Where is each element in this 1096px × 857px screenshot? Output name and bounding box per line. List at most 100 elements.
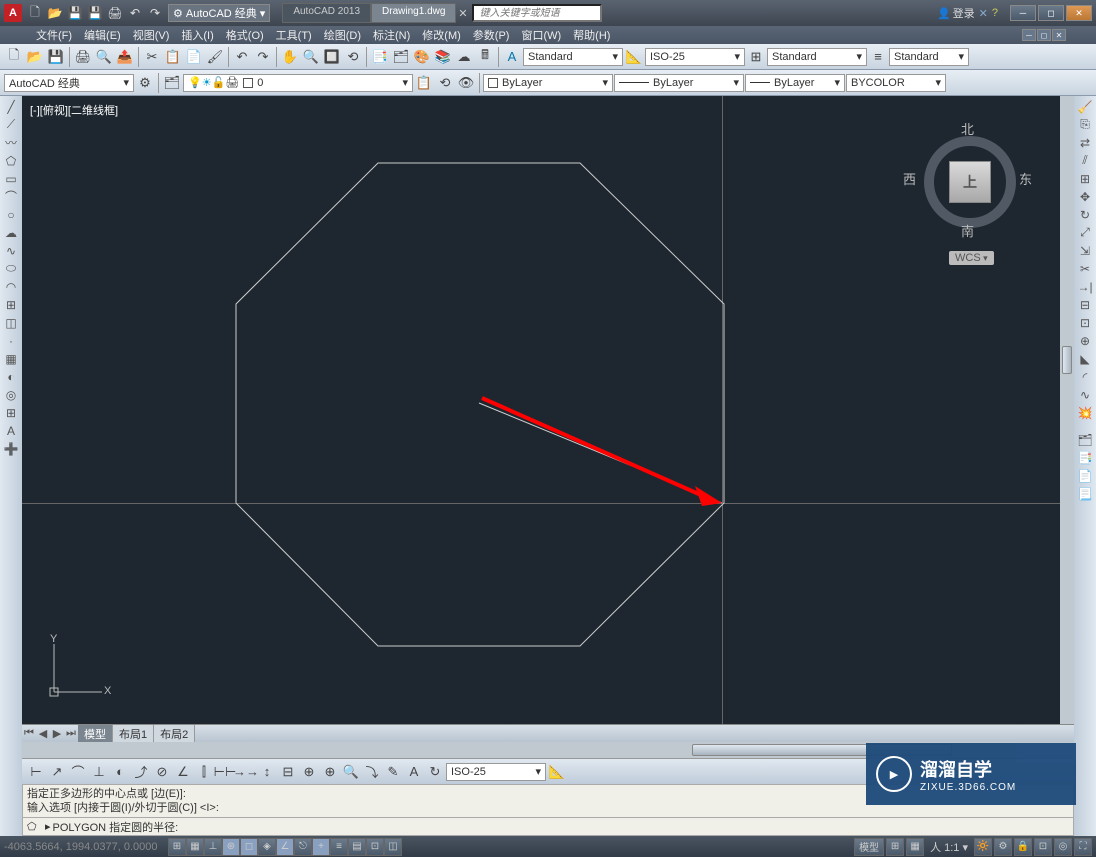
drawing-canvas[interactable]: [-][俯视][二维线框] 北 南 西 东 上 WCS ▾ X Y	[22, 96, 1074, 724]
blend-icon[interactable]: ∿	[1076, 386, 1094, 403]
dimdia-icon[interactable]: ⊘	[152, 762, 172, 782]
menu-window[interactable]: 窗口(W)	[515, 27, 567, 43]
mlstyle-icon[interactable]: ≡	[868, 47, 888, 67]
dimang-icon[interactable]: ∠	[173, 762, 193, 782]
offset-icon[interactable]: ⫽	[1076, 152, 1094, 169]
plotstyle-select[interactable]: BYCOLOR▾	[846, 74, 946, 92]
dir-west[interactable]: 西	[903, 169, 916, 188]
fillet-icon[interactable]: ◜	[1076, 368, 1094, 385]
zoom-icon[interactable]: 🔍	[301, 47, 321, 67]
layer-select[interactable]: 💡☀🔓🖨 0▾	[183, 74, 413, 92]
exchange-icon[interactable]: ✕	[979, 7, 988, 20]
menu-view[interactable]: 视图(V)	[127, 27, 176, 43]
centermark-icon[interactable]: ⊕	[320, 762, 340, 782]
undo-icon[interactable]: ↶	[232, 47, 252, 67]
new-icon[interactable]: 🗋	[4, 47, 24, 67]
xline-icon[interactable]: ⟋	[2, 116, 20, 133]
dimlinear-icon[interactable]: ⊢	[26, 762, 46, 782]
scale-icon[interactable]: ⤢	[1076, 224, 1094, 241]
menu-modify[interactable]: 修改(M)	[416, 27, 467, 43]
polar-button[interactable]: ⊛	[222, 838, 240, 856]
gear-icon[interactable]: ⚙	[135, 73, 155, 93]
dimedit-icon[interactable]: ✎	[383, 762, 403, 782]
save-icon[interactable]: 💾	[66, 4, 84, 22]
mtext-icon[interactable]: A	[2, 422, 20, 439]
plot-icon[interactable]: 🖨	[106, 4, 124, 22]
table-style-select[interactable]: Standard▾	[767, 48, 867, 66]
saveas-icon[interactable]: 💾	[86, 4, 104, 22]
maximize-button[interactable]: ◻	[1038, 5, 1064, 21]
textstyle-icon[interactable]: A	[502, 47, 522, 67]
ws-switch-icon[interactable]: ⚙	[994, 838, 1012, 856]
color-select[interactable]: ByLayer▾	[483, 74, 613, 92]
block-icon[interactable]: ◫	[2, 314, 20, 331]
otrack-button[interactable]: ∠	[276, 838, 294, 856]
hardware-icon[interactable]: ⊡	[1034, 838, 1052, 856]
model-button[interactable]: 模型	[854, 838, 884, 856]
toolbar-lock-icon[interactable]: 🔒	[1014, 838, 1032, 856]
last-tab-icon[interactable]: ⏭	[64, 727, 78, 741]
tab-layout2[interactable]: 布局2	[154, 725, 195, 743]
explode-icon[interactable]: 💥	[1076, 404, 1094, 421]
dimspace-icon[interactable]: ↕	[257, 762, 277, 782]
file-tab[interactable]: Drawing1.dwg	[371, 3, 456, 23]
zoomwin-icon[interactable]: 🔲	[322, 47, 342, 67]
coordinates[interactable]: -4063.5664, 1994.0377, 0.0000	[4, 841, 164, 853]
dimupd-icon[interactable]: ↻	[425, 762, 445, 782]
dimjog-icon[interactable]: ⤴	[131, 762, 151, 782]
osnap-button[interactable]: ◻	[240, 838, 258, 856]
match-icon[interactable]: 🖌	[205, 47, 225, 67]
help-icon[interactable]: ?	[992, 7, 998, 19]
toolpalette-icon[interactable]: 🎨	[412, 47, 432, 67]
dir-south[interactable]: 南	[961, 221, 974, 240]
lineweight-select[interactable]: ByLayer▾	[745, 74, 845, 92]
stretch-icon[interactable]: ⇲	[1076, 242, 1094, 259]
rectangle-icon[interactable]: ▭	[2, 170, 20, 187]
search-input[interactable]	[472, 4, 602, 22]
mdi-close-button[interactable]: ✕	[1052, 29, 1066, 41]
dimrad-icon[interactable]: ◐	[110, 762, 130, 782]
circle-icon[interactable]: ○	[2, 206, 20, 223]
grid3-button[interactable]: ▦	[906, 838, 924, 856]
dim-style-select2[interactable]: ISO-25▾	[446, 763, 546, 781]
annomon-icon[interactable]: 🔆	[974, 838, 992, 856]
login-button[interactable]: 👤登录	[937, 5, 975, 21]
erase-icon[interactable]: 🧹	[1076, 98, 1094, 115]
dyn-button[interactable]: +	[312, 838, 330, 856]
scrollbar-thumb[interactable]	[1062, 346, 1072, 374]
draworder2-icon[interactable]: 📑	[1076, 449, 1094, 466]
menu-parametric[interactable]: 参数(P)	[467, 27, 516, 43]
calculator-icon[interactable]: 🖩	[475, 47, 495, 67]
viewcube-face[interactable]: 上	[949, 161, 991, 203]
extend-icon[interactable]: →|	[1076, 278, 1094, 295]
text-style-select[interactable]: Standard▾	[523, 48, 623, 66]
print-icon[interactable]: 🖨	[73, 47, 93, 67]
ml-style-select[interactable]: Standard▾	[889, 48, 969, 66]
command-line[interactable]: ⬠ ▸ POLYGON 指定圆的半径:	[22, 818, 1074, 836]
dimstyle-icon2[interactable]: 📐	[547, 762, 567, 782]
dimaligned-icon[interactable]: ↗	[47, 762, 67, 782]
point-icon[interactable]: ·	[2, 332, 20, 349]
ducs-button[interactable]: ⎋	[294, 838, 312, 856]
dimord-icon[interactable]: ⊥	[89, 762, 109, 782]
close-window-button[interactable]: ✕	[1066, 5, 1092, 21]
move-icon[interactable]: ✥	[1076, 188, 1094, 205]
preview-icon[interactable]: 🔍	[94, 47, 114, 67]
tab-layout1[interactable]: 布局1	[113, 725, 154, 743]
draworder3-icon[interactable]: 📄	[1076, 467, 1094, 484]
tablestyle-icon[interactable]: ⊞	[746, 47, 766, 67]
next-tab-icon[interactable]: ▶	[50, 727, 64, 741]
3dosnap-button[interactable]: ◈	[258, 838, 276, 856]
linetype-select[interactable]: ByLayer▾	[614, 74, 744, 92]
menu-tools[interactable]: 工具(T)	[270, 27, 318, 43]
insert-icon[interactable]: ⊞	[2, 296, 20, 313]
arc-icon[interactable]: ⌒	[2, 188, 20, 205]
dimjoglin-icon[interactable]: ⤵	[362, 762, 382, 782]
qdim-icon[interactable]: ⫿	[194, 762, 214, 782]
wcs-button[interactable]: WCS ▾	[949, 251, 994, 265]
grid-button[interactable]: ▦	[186, 838, 204, 856]
layeriso-icon[interactable]: 👁	[456, 73, 476, 93]
dimcont-icon[interactable]: →→	[236, 762, 256, 782]
isolate-icon[interactable]: ◎	[1054, 838, 1072, 856]
dimbase-icon[interactable]: ⊢⊢	[215, 762, 235, 782]
